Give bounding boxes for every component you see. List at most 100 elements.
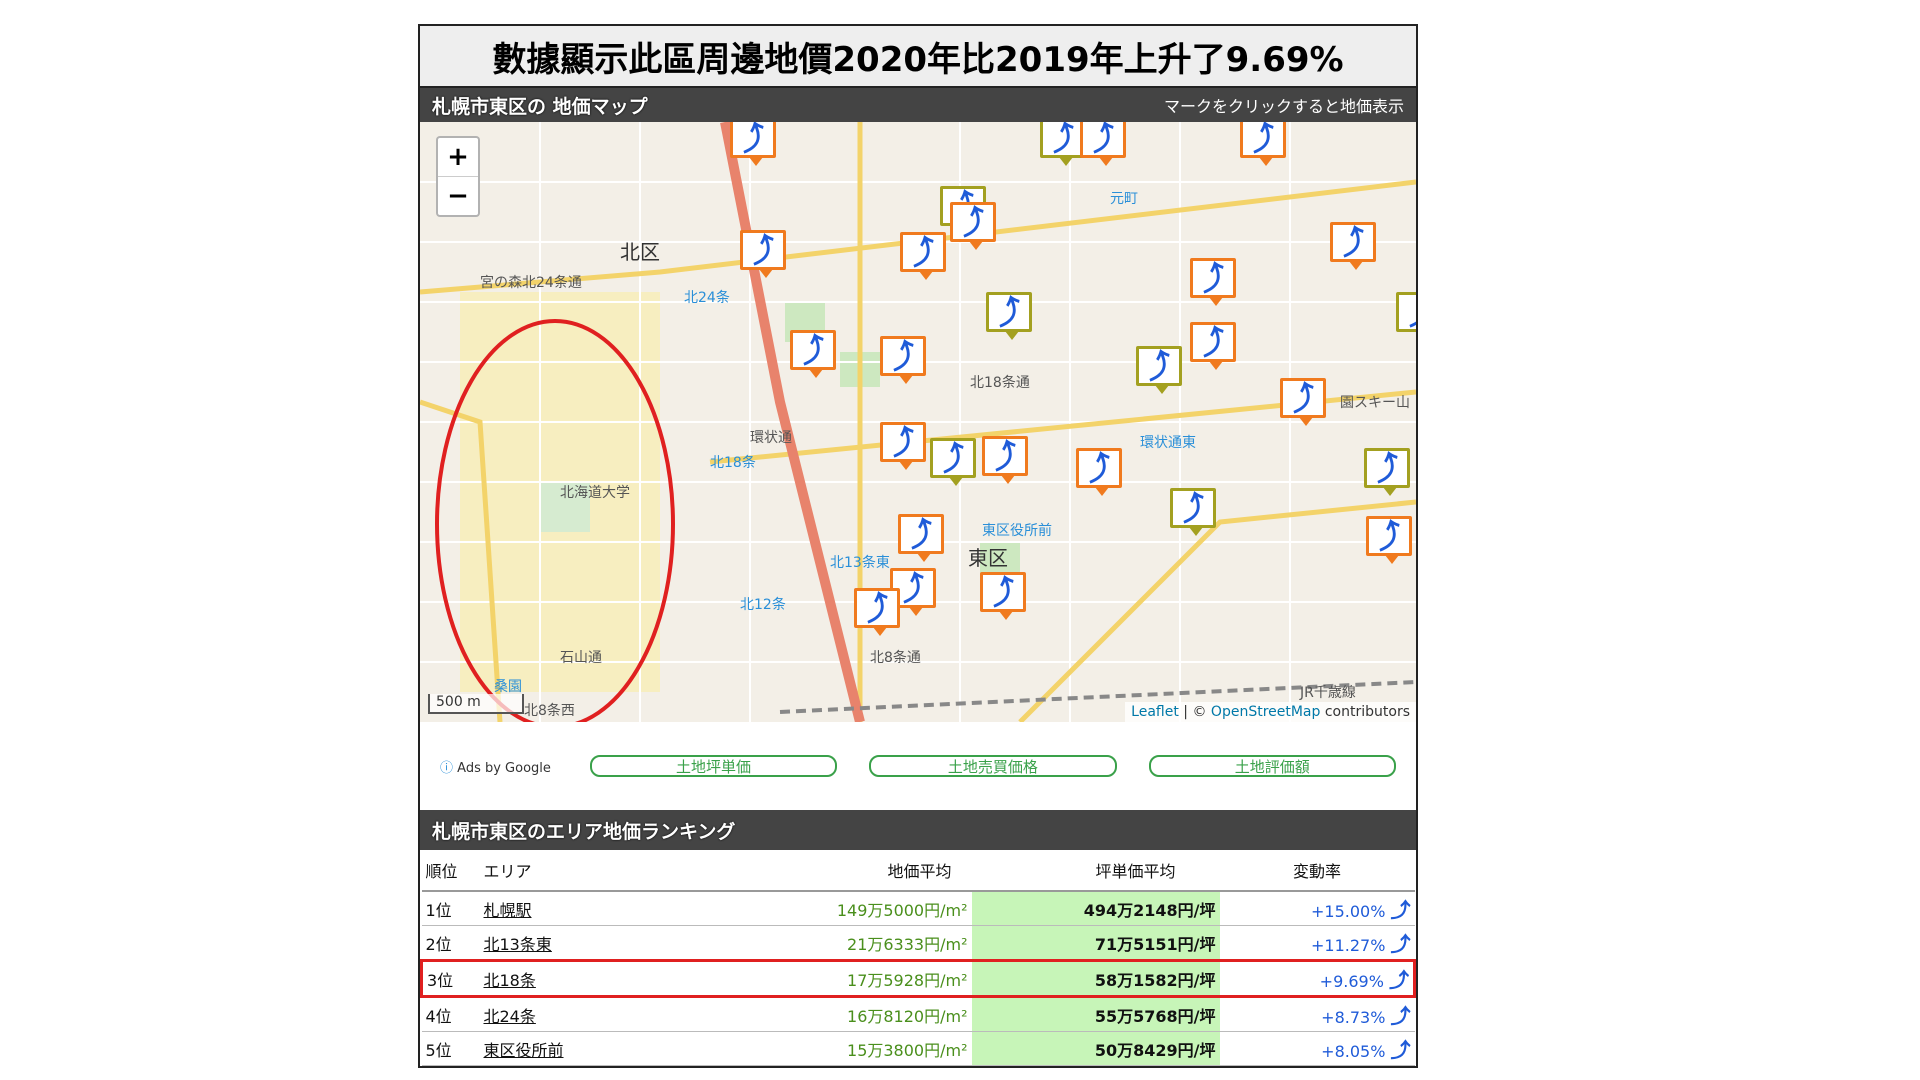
rank-cell: 1位	[421, 891, 480, 926]
rise-arrow-icon: ⤴	[884, 335, 922, 376]
area-link[interactable]: 東区役所前	[484, 1041, 564, 1060]
map-label-kanjo-higashi: 環状通東	[1140, 435, 1196, 451]
price-marker[interactable]: ⤴	[1076, 447, 1122, 496]
map-label-kita18jo: 北18条通	[970, 375, 1030, 391]
price-marker[interactable]: ⤴	[790, 329, 836, 378]
tsubo-cell: 71万5151円/坪	[971, 925, 1220, 961]
rise-arrow-icon: ⤴	[986, 435, 1024, 476]
ad-button-baibai[interactable]: 土地売買価格	[869, 755, 1117, 777]
rise-arrow-icon: ⤴	[744, 229, 782, 270]
attribution-separator: | ©	[1178, 704, 1211, 720]
price-marker[interactable]: ⤴	[880, 421, 926, 470]
price-marker[interactable]: ⤴	[950, 201, 996, 250]
price-marker[interactable]: ⤴	[1170, 487, 1216, 536]
ad-button-tsubo[interactable]: 土地坪単価	[589, 755, 838, 777]
price-marker[interactable]: ⤴	[898, 513, 944, 562]
area-link[interactable]: 北24条	[484, 1007, 536, 1026]
map-scale: 500 m	[428, 694, 524, 714]
tsubo-cell: 494万2148円/坪	[971, 891, 1220, 926]
map-hint: マークをクリックすると地価表示	[1163, 97, 1404, 116]
map-attribution: Leaflet | © OpenStreetMap contributors	[1125, 702, 1416, 722]
rise-arrow-icon: ⤴	[1084, 122, 1122, 158]
map-label-kita12: 北12条	[740, 597, 786, 613]
price-marker[interactable]: ⤴	[1190, 321, 1236, 370]
rate-cell: +9.69% ⤴	[1219, 959, 1416, 998]
rise-arrow-icon: ⤴	[1370, 515, 1408, 556]
price-marker[interactable]: ⤴	[986, 291, 1032, 340]
tsubo-cell: 50万8429円/坪	[971, 1031, 1220, 1066]
area-link[interactable]: 札幌駅	[484, 901, 532, 920]
col-rate: 変動率	[1219, 850, 1415, 892]
rise-arrow-icon: ⤴	[1368, 447, 1406, 488]
attribution-contributors: contributors	[1320, 704, 1410, 720]
land-price-map[interactable]: + − 北区 東区 北24条 北18条 北13条東 北12条 元町 環状通東 東…	[420, 122, 1416, 722]
zoom-out-button[interactable]: −	[438, 176, 478, 215]
rise-arrow-icon: ⤴	[1194, 321, 1232, 362]
map-label-higashi-ku: 東区	[968, 546, 1008, 570]
table-row: 1位 札幌駅 149万5000円/m² 494万2148円/坪 +15.00% …	[421, 891, 1415, 926]
rise-arrow-icon: ⤴	[1284, 377, 1322, 418]
table-row-highlighted: 3位 北18条 17万5928円/m² 58万1582円/坪 +9.69% ⤴	[420, 959, 1416, 998]
screenshot-frame: 數據顯示此區周邊地價2020年比2019年上升了9.69% 札幌市東区の 地価マ…	[418, 24, 1418, 1068]
rise-arrow-icon: ⤴	[734, 122, 772, 158]
map-label-kuwazono: 桑園	[494, 679, 522, 695]
rate-value: +8.05%	[1321, 1042, 1386, 1061]
price-marker[interactable]: ⤴	[1364, 447, 1410, 496]
price-marker[interactable]: ⤴	[1280, 377, 1326, 426]
rise-arrow-icon: ⤴	[1140, 345, 1178, 386]
price-marker[interactable]: ⤴	[854, 587, 900, 636]
ranking-table: 順位 エリア 地価平均 坪単価平均 変動率 1位 札幌駅 149万5000円/m…	[420, 850, 1416, 1066]
rise-arrow-icon: ⤴	[1390, 898, 1411, 922]
price-marker[interactable]: ⤴	[980, 571, 1026, 620]
info-icon[interactable]: ⓘ	[440, 761, 453, 776]
map-section-header: 札幌市東区の 地価マップ マークをクリックすると地価表示	[420, 88, 1416, 122]
rise-arrow-icon: ⤴	[1390, 932, 1411, 956]
rise-arrow-icon: ⤴	[990, 291, 1028, 332]
price-marker[interactable]: ⤴	[930, 437, 976, 486]
rise-arrow-icon: ⤴	[894, 567, 932, 608]
price-marker[interactable]: ⤴	[730, 122, 776, 166]
map-label-miyanomori: 宮の森北24条通	[480, 275, 582, 291]
ads-label-text: Ads by Google	[457, 760, 551, 776]
rise-arrow-icon: ⤴	[1400, 291, 1416, 332]
rate-cell: +8.05% ⤴	[1219, 1031, 1415, 1066]
area-link[interactable]: 北18条	[484, 971, 536, 990]
leaflet-link[interactable]: Leaflet	[1131, 704, 1179, 720]
ranking-section-header: 札幌市東区のエリア地価ランキング	[420, 810, 1416, 850]
ads-label: ⓘ Ads by Google	[440, 757, 558, 776]
rank-cell: 2位	[421, 925, 480, 961]
zoom-in-button[interactable]: +	[438, 138, 478, 176]
price-marker[interactable]: ⤴	[740, 229, 786, 278]
map-label-ski: 園スキー山	[1340, 395, 1410, 411]
osm-link[interactable]: OpenStreetMap	[1211, 704, 1320, 720]
price-marker[interactable]: ⤴	[900, 231, 946, 280]
price-cell: 149万5000円/m²	[747, 891, 972, 926]
rise-arrow-icon: ⤴	[934, 437, 972, 478]
price-cell: 16万8120円/m²	[747, 996, 972, 1032]
price-marker[interactable]: ⤴	[1190, 257, 1236, 306]
price-marker[interactable]: ⤴	[1366, 515, 1412, 564]
map-label-motomachi: 元町	[1110, 191, 1138, 207]
ad-button-hyoka[interactable]: 土地評価額	[1148, 755, 1396, 777]
price-marker[interactable]: ⤴	[1240, 122, 1286, 166]
price-marker[interactable]: ⤴	[1136, 345, 1182, 394]
price-marker[interactable]: ⤴	[1330, 221, 1376, 270]
price-cell: 17万5928円/m²	[747, 959, 972, 998]
price-cell: 21万6333円/m²	[747, 925, 972, 961]
price-marker[interactable]: ⤴	[1396, 291, 1416, 340]
rise-arrow-icon: ⤴	[858, 587, 896, 628]
map-label-kanjo: 環状通	[750, 430, 792, 446]
map-label-kita18: 北18条	[710, 455, 756, 471]
rate-cell: +15.00% ⤴	[1219, 891, 1415, 926]
rank-cell: 4位	[421, 996, 480, 1032]
price-marker[interactable]: ⤴	[982, 435, 1028, 484]
tsubo-cell: 58万1582円/坪	[971, 959, 1220, 998]
area-link[interactable]: 北13条東	[484, 935, 552, 954]
price-marker[interactable]: ⤴	[1080, 122, 1126, 166]
ads-row: ⓘ Ads by Google 土地坪単価 土地売買価格 土地評価額	[420, 722, 1416, 810]
rise-arrow-icon: ⤴	[954, 201, 992, 242]
rise-arrow-icon: ⤴	[1174, 487, 1212, 528]
rate-value: +11.27%	[1310, 936, 1386, 955]
price-marker[interactable]: ⤴	[880, 335, 926, 384]
rise-arrow-icon: ⤴	[1044, 122, 1082, 158]
